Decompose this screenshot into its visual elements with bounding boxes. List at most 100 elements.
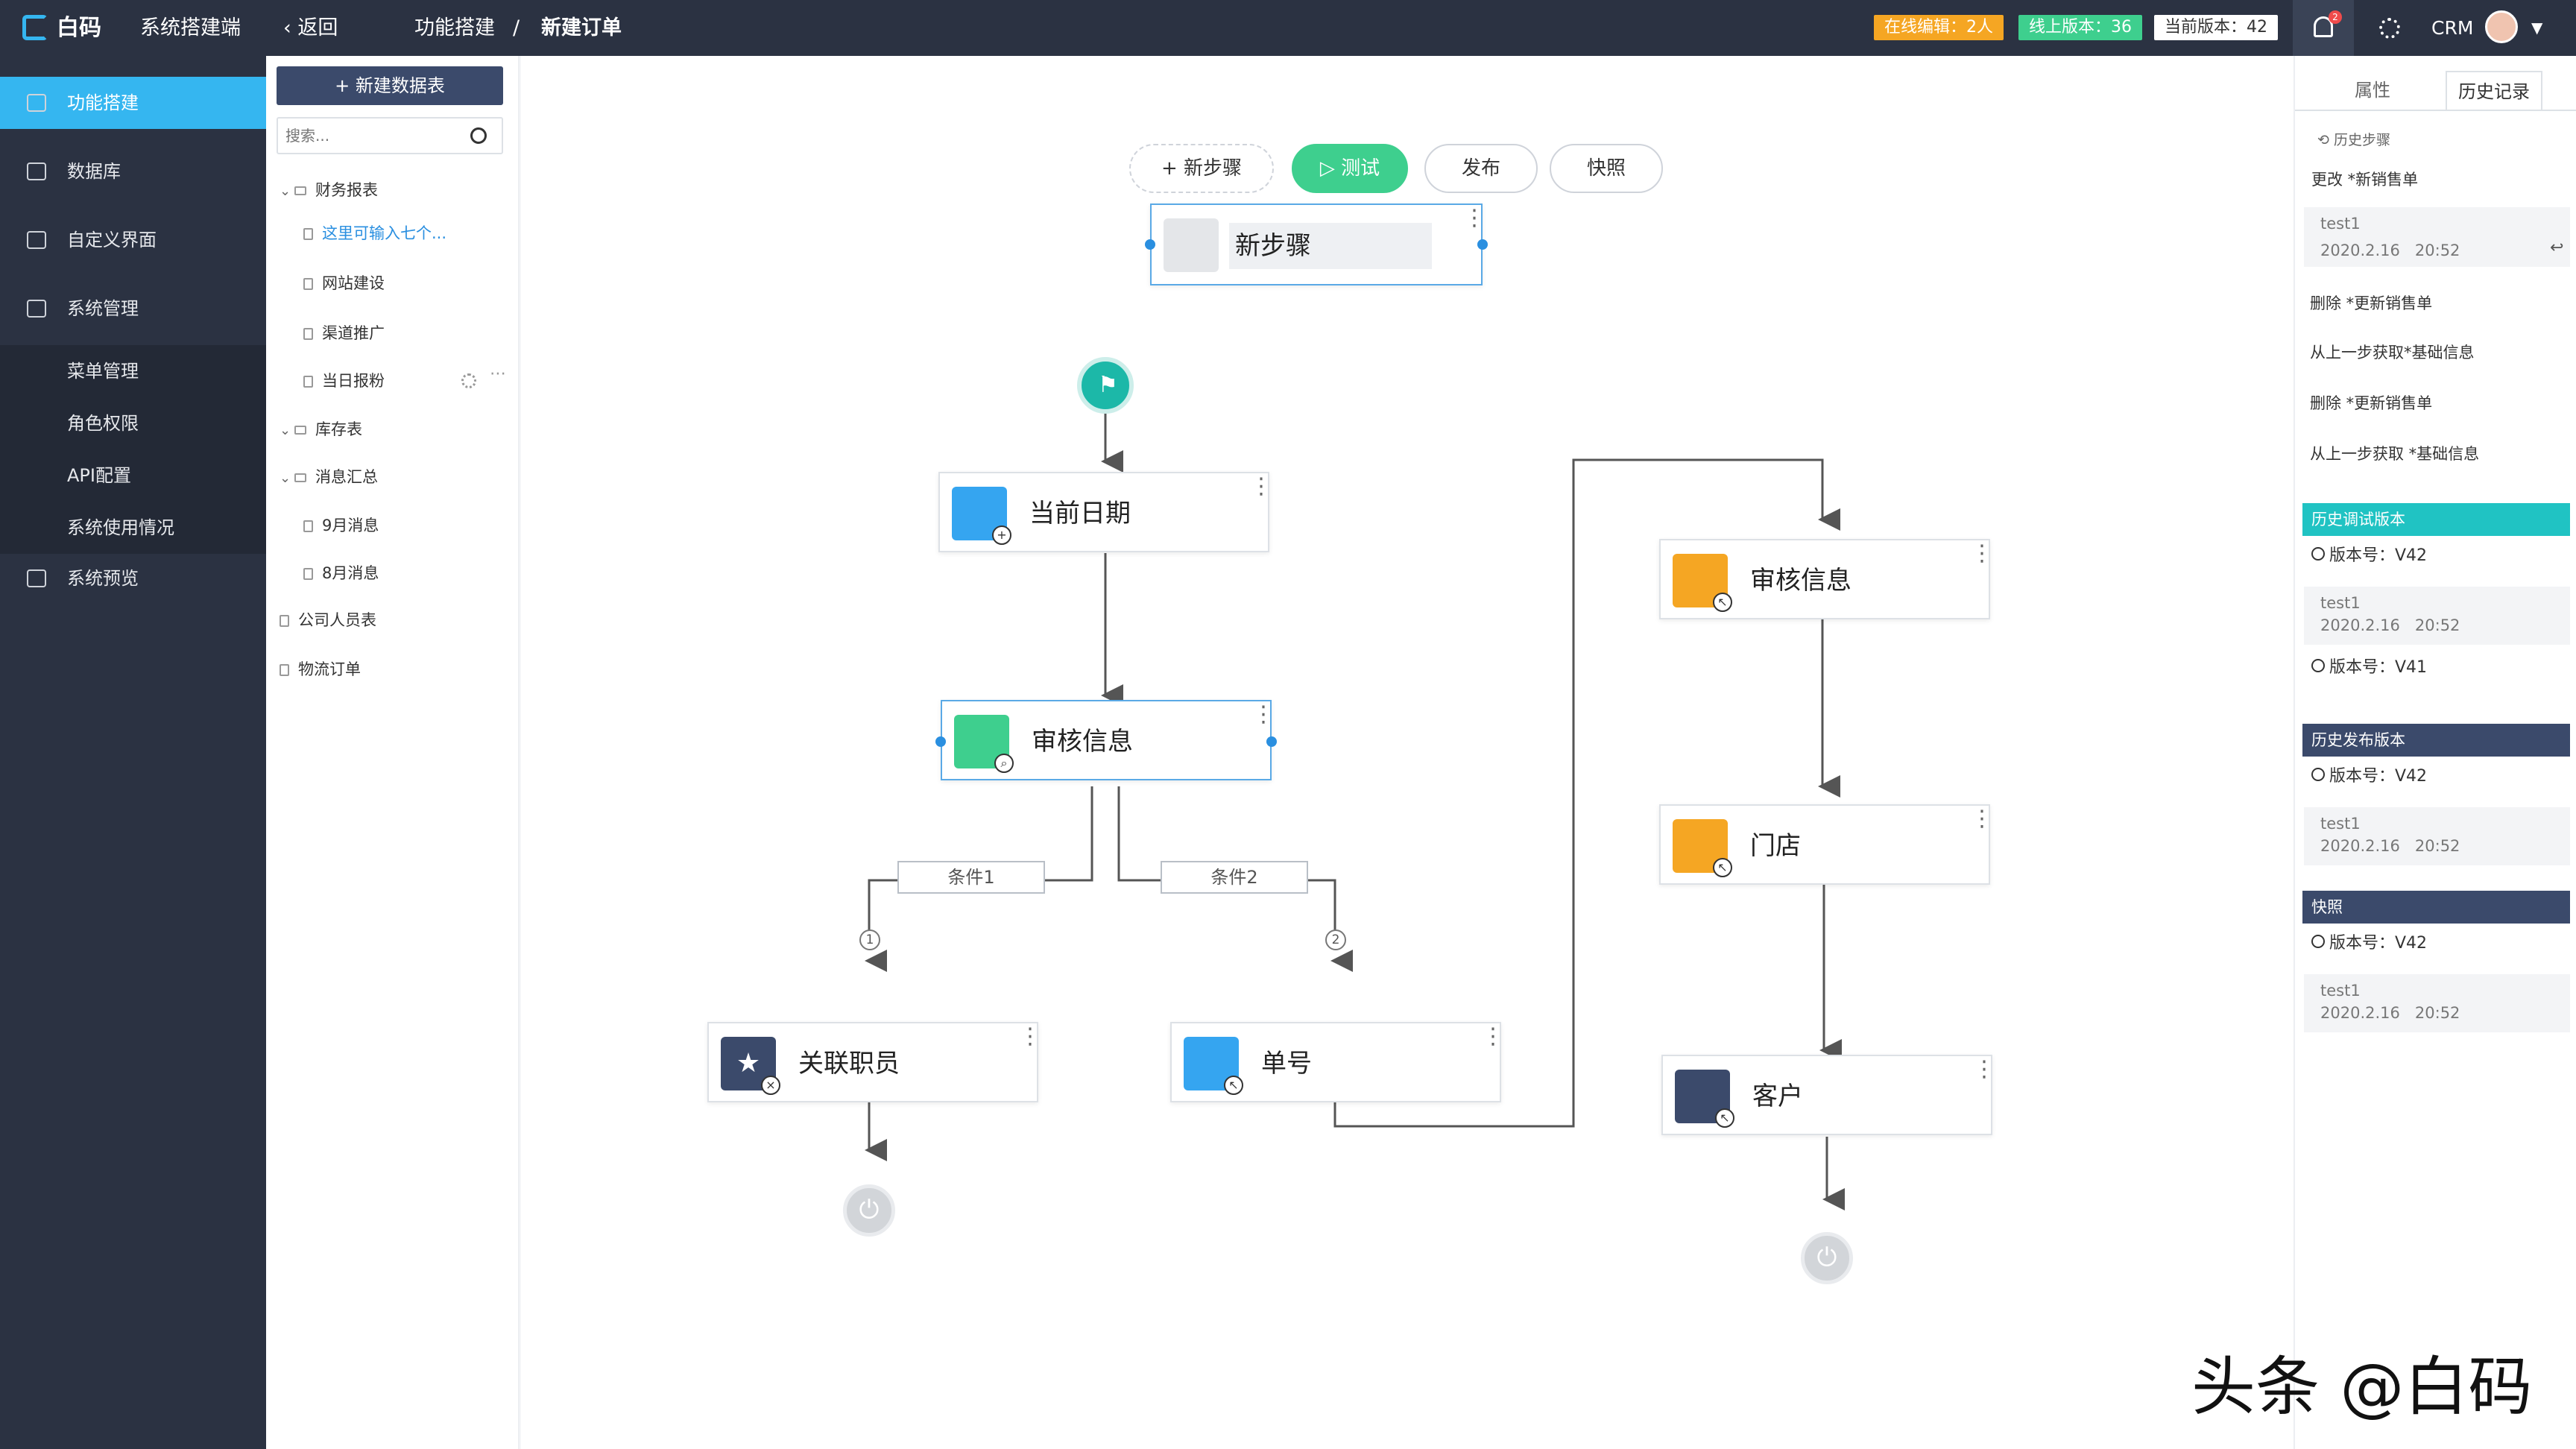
document-icon (280, 664, 289, 676)
tree-item-selected[interactable]: 这里可输入七个... (303, 218, 446, 248)
tree-item[interactable]: 8月消息 (303, 558, 379, 588)
flow-node-store[interactable]: ↖ 门店 ⋮ (1659, 804, 1993, 885)
version-time: 2020.2.16 20:52 (2320, 837, 2460, 855)
condition-label[interactable]: 条件1 (897, 861, 1045, 894)
sidebar-subitem-api[interactable]: API配置 (0, 449, 266, 502)
live-version-badge: 线上版本：36 (2018, 15, 2142, 40)
history-entry[interactable]: 从上一步获取*基础信息 (2295, 341, 2576, 363)
sidebar-item-system[interactable]: 系统管理 (0, 282, 266, 335)
flow-node-related-staff[interactable]: ★ × 关联职员 ⋮ (707, 1022, 1041, 1102)
back-button[interactable]: ‹ 返回 (283, 0, 338, 56)
version-label: 版本号：V42 (2329, 934, 2428, 953)
sidebar-subitem-usage[interactable]: 系统使用情况 (0, 502, 266, 554)
end-node-power-icon[interactable]: ⏻ (1801, 1232, 1853, 1284)
search-icon[interactable] (470, 127, 487, 144)
test-button[interactable]: ▷ 测试 (1292, 144, 1408, 193)
connector-dot[interactable] (1145, 239, 1155, 250)
info-icon (2311, 659, 2325, 672)
version-detail: test1 2020.2.16 20:52 (2304, 587, 2570, 645)
table-tree-panel: + 新建数据表 ⌄财务报表 这里可输入七个... 网站建设 渠道推广 当日报粉 … (266, 56, 520, 1449)
tree-item[interactable]: 网站建设 (303, 268, 385, 298)
more-icon[interactable]: ⋮ (1971, 543, 1993, 565)
document-icon (280, 615, 289, 627)
history-entry[interactable]: 删除 *更新销售单 (2295, 291, 2576, 314)
tree-label: 渠道推广 (322, 324, 385, 342)
more-icon[interactable]: ⋮ (1482, 1026, 1504, 1048)
tree-item[interactable]: 9月消息 (303, 511, 379, 540)
start-node[interactable]: ⚑ (1077, 357, 1134, 414)
more-icon[interactable]: ⋮ (1252, 704, 1275, 726)
more-icon[interactable]: ⋮ (1463, 207, 1486, 230)
sidebar-item-label: 功能搭建 (67, 92, 139, 113)
condition-label[interactable]: 条件2 (1161, 861, 1308, 894)
more-icon[interactable]: ⋮ (1250, 476, 1272, 498)
sidebar-item-database[interactable]: 数据库 (0, 145, 266, 198)
sidebar-item-build[interactable]: 功能搭建 (0, 77, 266, 129)
notification-button[interactable]: 2 (2293, 0, 2354, 56)
logo-icon (22, 15, 48, 40)
notification-count: 2 (2329, 10, 2342, 24)
flow-canvas[interactable]: + 新步骤 ▷ 测试 发布 快照 新步骤 ⋮ ⚑ + 当前日期 ⋮ ⌕ 审核信息… (521, 56, 2294, 1449)
sidebar-item-preview[interactable]: 系统预览 (0, 552, 266, 604)
new-step-node[interactable]: 新步骤 ⋮ (1150, 203, 1486, 285)
tree-item[interactable]: 渠道推广 (303, 318, 385, 348)
version-row[interactable]: 版本号：V41 (2304, 654, 2570, 678)
history-entry[interactable]: 从上一步获取 *基础信息 (2295, 442, 2576, 464)
avatar[interactable] (2485, 10, 2518, 43)
tree-folder[interactable]: ⌄ 财务报表 (280, 175, 378, 205)
tree-folder[interactable]: ⌄ 消息汇总 (280, 462, 378, 492)
version-row[interactable]: 版本号：V42 (2304, 542, 2570, 566)
more-icon[interactable]: ⋮ (1019, 1026, 1041, 1048)
connector-dot[interactable] (1477, 239, 1488, 250)
gear-icon[interactable] (2379, 18, 2400, 39)
version-row[interactable]: 版本号：V42 (2304, 929, 2570, 953)
more-icon[interactable]: ⋯ (490, 364, 506, 383)
step-name-input[interactable]: 新步骤 (1229, 223, 1432, 269)
app-name: 系统搭建端 (140, 16, 241, 40)
tab-divider (2295, 110, 2576, 111)
reply-icon[interactable]: ↩ (2550, 239, 2563, 257)
search-input[interactable] (285, 124, 457, 147)
watermark: 头条 @白码 (2191, 1350, 2533, 1424)
connector-dot[interactable] (935, 736, 946, 747)
flow-node-customer[interactable]: ↖ 客户 ⋮ (1661, 1055, 1995, 1135)
tab-properties[interactable]: 属性 (2328, 71, 2417, 110)
sidebar-subitem-menu[interactable]: 菜单管理 (0, 345, 266, 397)
flow-node-current-date[interactable]: + 当前日期 ⋮ (938, 472, 1272, 552)
snapshot-button[interactable]: 快照 (1550, 144, 1663, 193)
publish-button[interactable]: 发布 (1424, 144, 1538, 193)
version-detail: test1 2020.2.16 20:52 (2304, 974, 2570, 1032)
tree-label: 当日报粉 (322, 372, 385, 390)
flow-node-review-2[interactable]: ↖ 审核信息 ⋮ (1659, 539, 1993, 619)
chevron-down-icon[interactable]: ▼ (2531, 0, 2542, 56)
tree-folder[interactable]: ⌄ 库存表 (280, 414, 362, 444)
new-step-button[interactable]: + 新步骤 (1129, 144, 1274, 193)
sidebar-item-custom-ui[interactable]: 自定义界面 (0, 214, 266, 266)
section-snapshots: 快照 (2302, 891, 2570, 924)
sidebar-subitem-roles[interactable]: 角色权限 (0, 397, 266, 449)
play-screen-icon (27, 569, 46, 587)
right-panel: 属性 历史记录 ⟲ 历史步骤 更改 *新销售单 test1 2020.2.16 … (2294, 56, 2576, 1449)
tree-item[interactable]: 当日报粉 (303, 366, 385, 396)
gear-icon[interactable] (461, 373, 476, 388)
flag-icon: ⚑ (1098, 372, 1118, 398)
history-entry[interactable]: 删除 *更新销售单 (2295, 391, 2576, 414)
flow-node-review[interactable]: ⌕ 审核信息 ⋮ (941, 700, 1275, 780)
breadcrumb-item[interactable]: 功能搭建 (414, 0, 495, 56)
flow-node-order-number[interactable]: ↖ 单号 ⋮ (1170, 1022, 1504, 1102)
more-icon[interactable]: ⋮ (1973, 1058, 1995, 1081)
more-icon[interactable]: ⋮ (1971, 808, 1993, 830)
tree-item[interactable]: 物流订单 (280, 654, 361, 684)
version-row[interactable]: 版本号：V42 (2304, 763, 2570, 786)
history-entry[interactable]: 更改 *新销售单 (2295, 168, 2576, 190)
section-debug-versions: 历史调试版本 (2302, 503, 2570, 536)
end-node-power-icon[interactable]: ⏻ (843, 1184, 895, 1237)
tree-label: 公司人员表 (298, 611, 376, 629)
info-icon (2311, 768, 2325, 781)
new-table-button[interactable]: + 新建数据表 (277, 66, 503, 105)
tab-history[interactable]: 历史记录 (2446, 71, 2542, 110)
tree-item[interactable]: 公司人员表 (280, 605, 376, 635)
user-name[interactable]: CRM (2431, 0, 2473, 56)
connector-dot[interactable] (1266, 736, 1277, 747)
arrow-badge-icon: ↖ (1713, 858, 1732, 877)
